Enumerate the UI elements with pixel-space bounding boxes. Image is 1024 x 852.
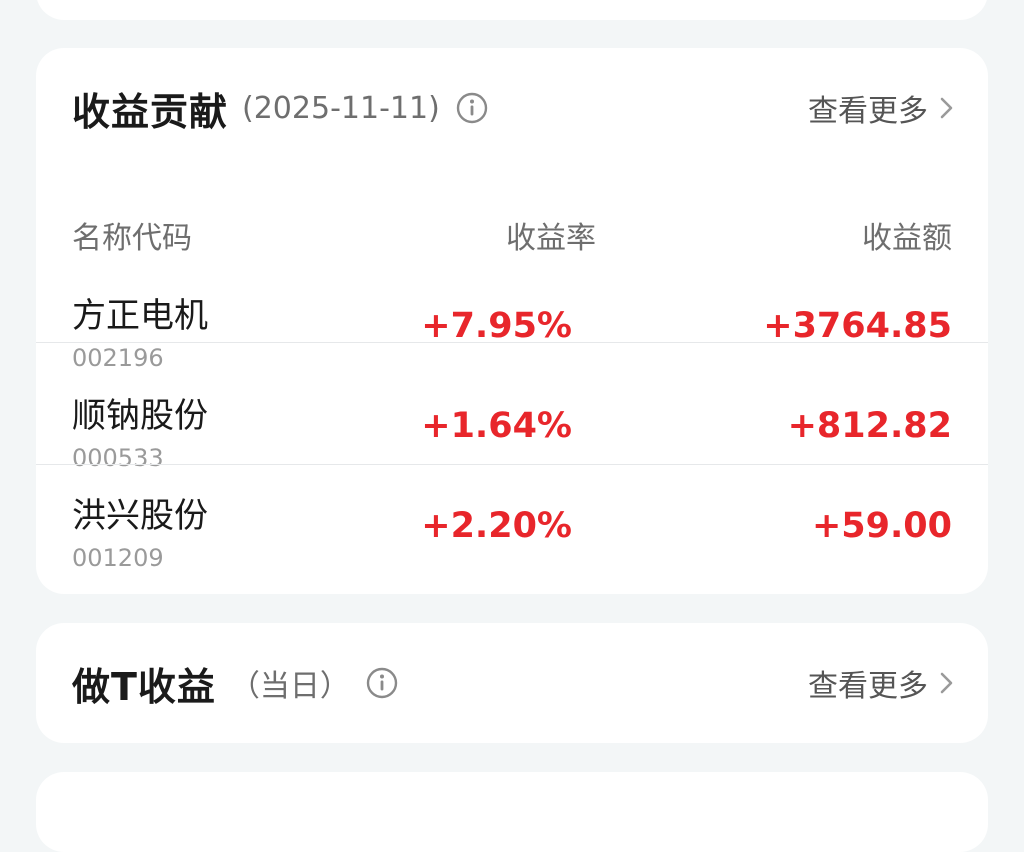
chevron-right-icon xyxy=(938,669,956,697)
profit-contribution-title: 收益贡献 xyxy=(72,89,229,134)
do-t-profit-header: 做T收益 （当日） 查看更多 xyxy=(72,653,956,713)
view-more-link[interactable]: 查看更多 xyxy=(808,86,956,130)
return-amount: +812.82 xyxy=(787,406,952,446)
return-rate: +2.20% xyxy=(421,506,572,546)
previous-card xyxy=(36,0,988,20)
return-amount: +3764.85 xyxy=(763,306,952,346)
view-more-link[interactable]: 查看更多 xyxy=(808,661,956,705)
column-header-rate: 收益率 xyxy=(506,221,596,256)
column-header-amount: 收益额 xyxy=(862,221,952,256)
profit-contribution-date: (2025-11-11) xyxy=(242,90,440,126)
stock-name: 顺钠股份 xyxy=(72,396,208,436)
table-row[interactable]: 洪兴股份 001209 +2.20% +59.00 xyxy=(36,464,988,586)
stock-name: 洪兴股份 xyxy=(72,496,208,536)
stock-name: 方正电机 xyxy=(72,296,208,336)
view-more-label: 查看更多 xyxy=(808,669,928,704)
do-t-profit-period: （当日） xyxy=(229,669,350,704)
view-more-label: 查看更多 xyxy=(808,94,928,129)
chevron-right-icon xyxy=(938,94,956,122)
info-icon[interactable] xyxy=(456,92,488,124)
column-header-name: 名称代码 xyxy=(72,221,192,256)
profit-contribution-card: 收益贡献 (2025-11-11) 查看更多 名称代码 收益率 收益额 方正电机… xyxy=(36,48,988,594)
profit-contribution-header: 收益贡献 (2025-11-11) 查看更多 xyxy=(72,78,956,138)
do-t-profit-title: 做T收益 xyxy=(72,664,216,709)
return-amount: +59.00 xyxy=(811,506,952,546)
info-icon[interactable] xyxy=(366,667,398,699)
table-header: 名称代码 收益率 收益额 xyxy=(36,213,988,257)
return-rate: +1.64% xyxy=(421,406,572,446)
do-t-profit-card: 做T收益 （当日） 查看更多 xyxy=(36,623,988,743)
next-card xyxy=(36,772,988,852)
return-rate: +7.95% xyxy=(421,306,572,346)
row-divider xyxy=(36,342,988,343)
stock-code: 001209 xyxy=(72,544,164,572)
